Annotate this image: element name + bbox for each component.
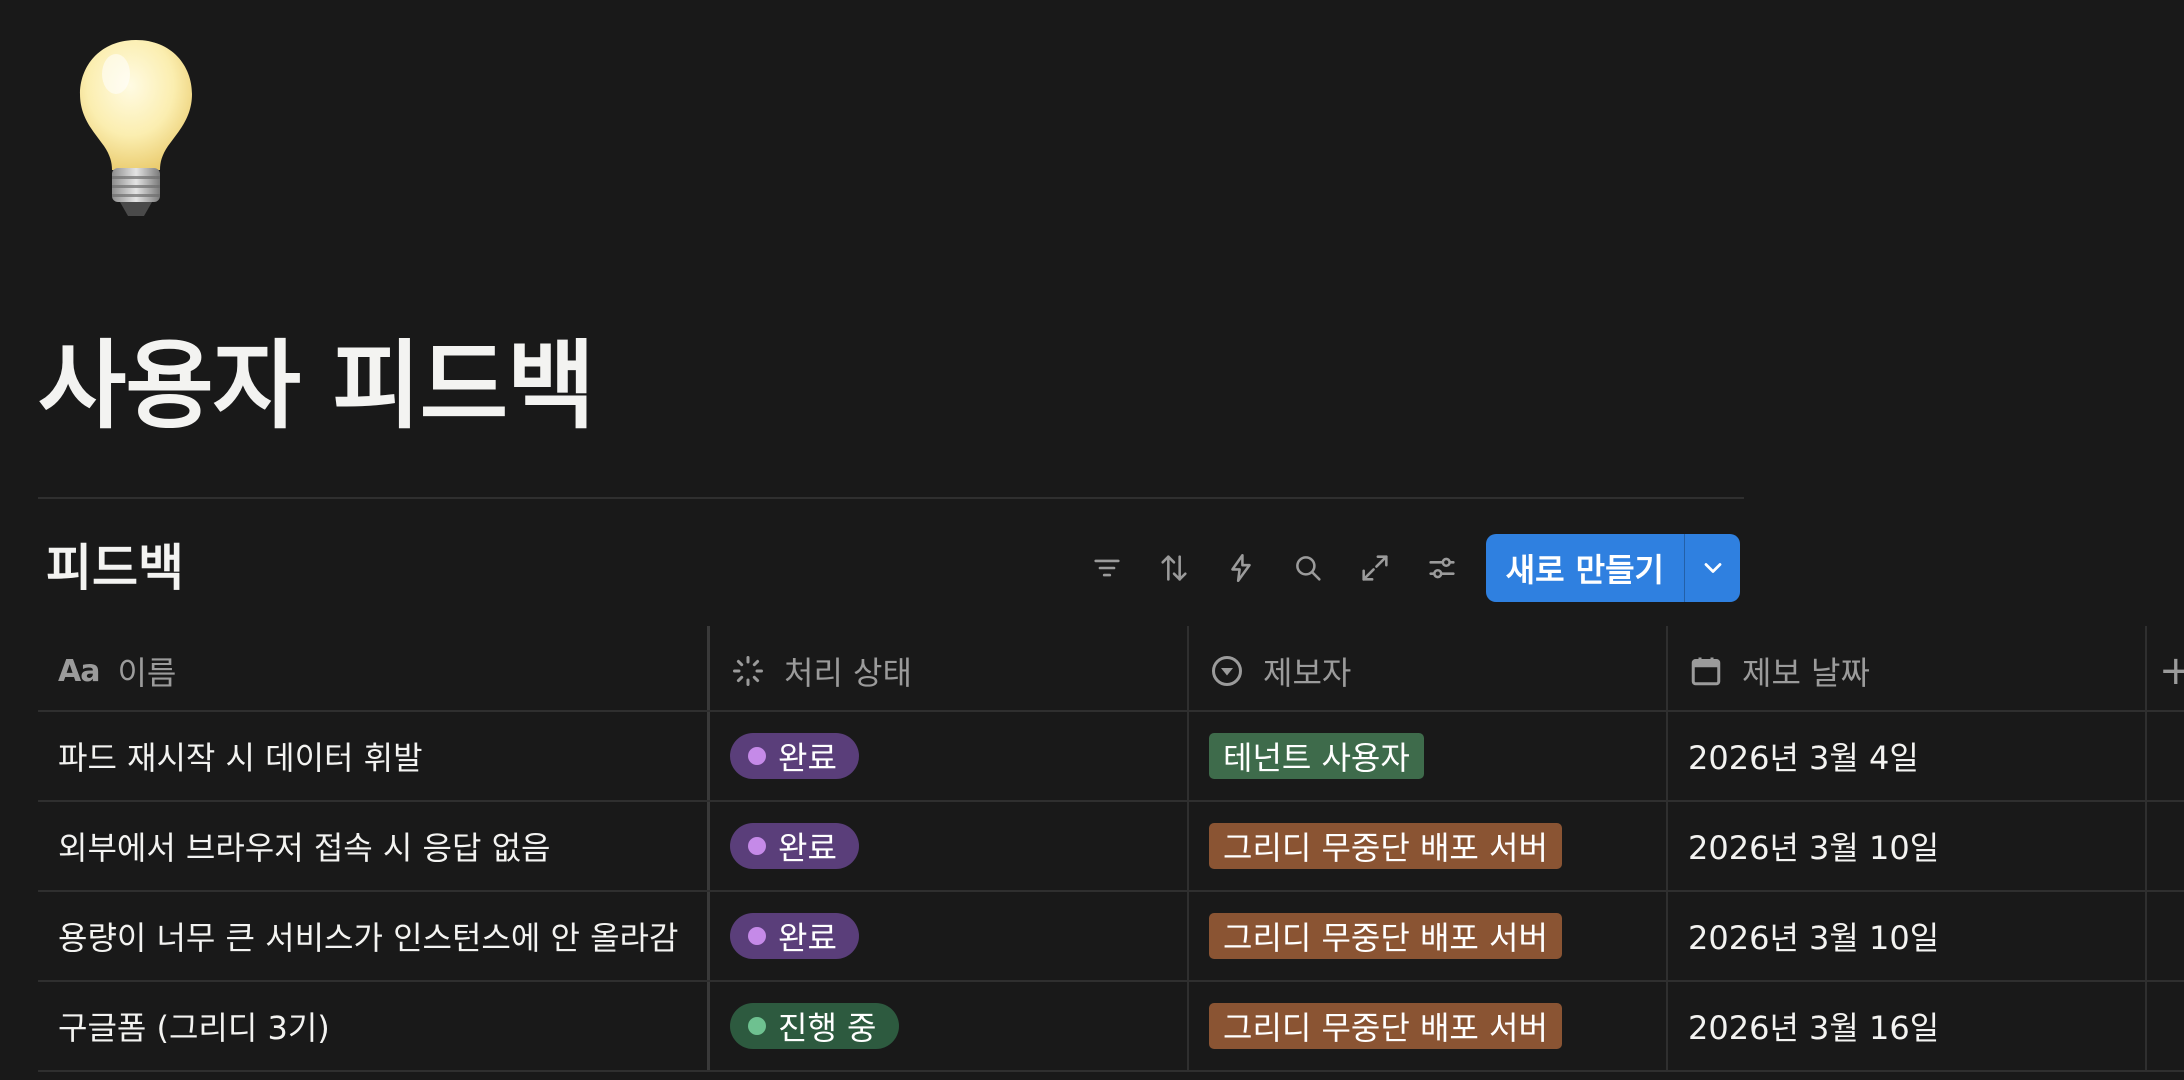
- status-badge: 완료: [730, 913, 859, 959]
- column-header-status[interactable]: 처리 상태: [710, 626, 1189, 710]
- row-name: 구글폼 (그리디 3기): [58, 1009, 330, 1047]
- add-column-button[interactable]: +: [2147, 626, 2184, 710]
- status-dot: [748, 1017, 766, 1035]
- report-date: 2026년 3월 10일: [1688, 919, 1940, 957]
- column-header-label: 제보 날짜: [1742, 654, 1870, 692]
- reporter-tag: 그리디 무중단 배포 서버: [1209, 823, 1562, 869]
- date-cell[interactable]: 2026년 3월 10일: [1668, 802, 2147, 890]
- database-title[interactable]: 피드백: [46, 538, 184, 598]
- table-row[interactable]: 파드 재시작 시 데이터 휘발 완료 테넌트 사용자 2026년 3월 4일: [38, 712, 2184, 802]
- column-header-date[interactable]: 제보 날짜: [1668, 626, 2147, 710]
- status-label: 완료: [778, 829, 837, 867]
- new-button-group: 새로 만들기: [1485, 534, 1740, 602]
- status-cell[interactable]: 완료: [710, 802, 1189, 890]
- empty-cell: [2147, 982, 2184, 1070]
- report-date: 2026년 3월 16일: [1688, 1009, 1940, 1047]
- column-header-name[interactable]: Aa 이름: [38, 626, 710, 710]
- status-label: 진행 중: [778, 1009, 877, 1047]
- row-name: 외부에서 브라우저 접속 시 응답 없음: [58, 829, 551, 867]
- reporter-tag: 테넌트 사용자: [1209, 733, 1424, 779]
- status-cell[interactable]: 진행 중: [710, 982, 1189, 1070]
- column-header-label: 처리 상태: [784, 654, 912, 692]
- status-dot: [748, 747, 766, 765]
- date-cell[interactable]: 2026년 3월 10일: [1668, 892, 2147, 980]
- expand-icon[interactable]: [1342, 540, 1409, 596]
- table-row[interactable]: 용량이 너무 큰 서비스가 인스턴스에 안 올라감 완료 그리디 무중단 배포 …: [38, 892, 2184, 982]
- calendar-property-icon: [1688, 653, 1724, 689]
- date-cell[interactable]: 2026년 3월 16일: [1668, 982, 2147, 1070]
- settings-icon[interactable]: [1409, 540, 1476, 596]
- page-title[interactable]: 사용자 피드백: [38, 326, 595, 446]
- reporter-tag: 그리디 무중단 배포 서버: [1209, 1003, 1562, 1049]
- sort-icon[interactable]: [1141, 540, 1208, 596]
- table-row[interactable]: 외부에서 브라우저 접속 시 응답 없음 완료 그리디 무중단 배포 서버 20…: [38, 802, 2184, 892]
- date-cell[interactable]: 2026년 3월 4일: [1668, 712, 2147, 800]
- report-date: 2026년 3월 4일: [1688, 739, 1919, 777]
- database-table: Aa 이름 처리 상태 제보자 제보 날짜 + 파드 재시작 시 데이터 휘발 …: [38, 626, 2184, 1072]
- report-date: 2026년 3월 10일: [1688, 829, 1940, 867]
- empty-cell: [2147, 802, 2184, 890]
- table-row[interactable]: 구글폼 (그리디 3기) 진행 중 그리디 무중단 배포 서버 2026년 3월…: [38, 982, 2184, 1072]
- database-toolbar: 새로 만들기: [1074, 534, 1740, 602]
- reporter-tag: 그리디 무중단 배포 서버: [1209, 913, 1562, 959]
- reporter-cell[interactable]: 그리디 무중단 배포 서버: [1189, 982, 1668, 1070]
- status-label: 완료: [778, 739, 837, 777]
- chevron-down-icon[interactable]: [1685, 534, 1740, 602]
- status-badge: 진행 중: [730, 1003, 899, 1049]
- new-button[interactable]: 새로 만들기: [1486, 534, 1684, 602]
- row-name: 파드 재시작 시 데이터 휘발: [58, 739, 423, 777]
- reporter-cell[interactable]: 테넌트 사용자: [1189, 712, 1668, 800]
- empty-cell: [2147, 712, 2184, 800]
- filter-icon[interactable]: [1074, 540, 1141, 596]
- status-badge: 완료: [730, 823, 859, 869]
- status-property-icon: [730, 653, 766, 689]
- status-cell[interactable]: 완료: [710, 892, 1189, 980]
- text-property-icon: Aa: [58, 653, 100, 689]
- title-divider: [38, 497, 1744, 499]
- select-property-icon: [1209, 653, 1245, 689]
- empty-cell: [2147, 892, 2184, 980]
- column-header-reporter[interactable]: 제보자: [1189, 626, 1668, 710]
- column-header-label: 이름: [117, 654, 177, 692]
- reporter-cell[interactable]: 그리디 무중단 배포 서버: [1189, 802, 1668, 890]
- column-header-label: 제보자: [1263, 654, 1352, 692]
- search-icon[interactable]: [1275, 540, 1342, 596]
- name-cell[interactable]: 파드 재시작 시 데이터 휘발: [38, 712, 710, 800]
- page: 사용자 피드백 피드백 새로 만들기 Aa 이름 처리 상태 제보자 제보 날짜…: [0, 0, 2184, 1080]
- row-name: 용량이 너무 큰 서비스가 인스턴스에 안 올라감: [58, 919, 679, 957]
- plus-icon: +: [2159, 648, 2184, 694]
- table-header-row: Aa 이름 처리 상태 제보자 제보 날짜 +: [38, 626, 2184, 712]
- lightbulb-icon[interactable]: [72, 34, 200, 224]
- name-cell[interactable]: 용량이 너무 큰 서비스가 인스턴스에 안 올라감: [38, 892, 710, 980]
- status-label: 완료: [778, 919, 837, 957]
- automation-icon[interactable]: [1208, 540, 1275, 596]
- name-cell[interactable]: 외부에서 브라우저 접속 시 응답 없음: [38, 802, 710, 890]
- status-badge: 완료: [730, 733, 859, 779]
- status-dot: [748, 837, 766, 855]
- reporter-cell[interactable]: 그리디 무중단 배포 서버: [1189, 892, 1668, 980]
- status-cell[interactable]: 완료: [710, 712, 1189, 800]
- database-header: 피드백 새로 만들기: [38, 532, 1740, 602]
- status-dot: [748, 927, 766, 945]
- name-cell[interactable]: 구글폼 (그리디 3기): [38, 982, 710, 1070]
